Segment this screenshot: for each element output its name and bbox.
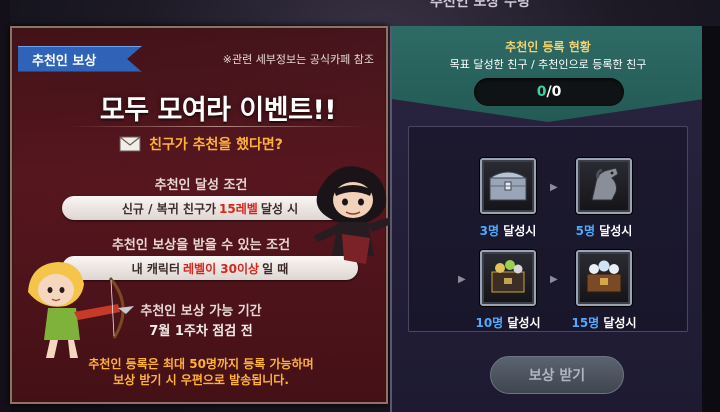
note-line-2: 보상 받기 시 우편으로 발송됩니다.	[113, 373, 289, 387]
referral-count: 0 / 0	[474, 78, 624, 106]
count-current: 0	[536, 84, 547, 100]
reward-label-5: 5명 달성시	[564, 222, 644, 239]
event-info-panel: 추천인 보상 ※관련 세부정보는 공식카페 참조 모두 모여라 이벤트!! 친구…	[10, 26, 403, 404]
reward-suffix-5: 달성시	[595, 224, 633, 238]
jewel-box-icon	[486, 256, 530, 300]
reward-ribbon: 추천인 보상	[18, 46, 142, 72]
reward-slot-5[interactable]	[576, 158, 632, 214]
reward-slot-3[interactable]	[480, 158, 536, 214]
horse-mount-icon	[582, 164, 626, 208]
arrow-icon: ▶	[550, 274, 558, 285]
reward-slot-10[interactable]	[480, 250, 536, 306]
referral-status-panel: 추천인 등록 현황 목표 달성한 친구 / 추천인으로 등록한 친구 0 / 0…	[390, 26, 704, 412]
condition1-text: 신규 / 복귀 친구가	[121, 201, 217, 216]
arrow-icon: ▶	[458, 274, 466, 285]
count-total: 0	[551, 84, 562, 100]
condition1-highlight: 15레벨	[219, 201, 258, 216]
reward-slot-15[interactable]	[576, 250, 632, 306]
reference-note: ※관련 세부정보는 공식카페 참조	[222, 53, 374, 66]
reward-suffix-3: 달성시	[499, 224, 537, 238]
reward-label-10: 10명 달성시	[468, 314, 548, 331]
status-subtitle: 목표 달성한 친구 / 추천인으로 등록한 친구	[449, 58, 647, 71]
reward-count-3: 3명	[479, 224, 500, 238]
condition2-highlight: 레벨이 30이상	[183, 261, 260, 276]
mail-question: 친구가 추천을 했다면?	[149, 137, 283, 153]
reward-count-15: 15명	[571, 316, 600, 330]
event-title: 모두 모여라 이벤트!!	[99, 95, 337, 126]
reward-count-5: 5명	[575, 224, 596, 238]
silver-chest-icon	[486, 164, 530, 208]
treasure-chest-icon	[582, 256, 626, 300]
reward-count-10: 10명	[475, 316, 504, 330]
claim-reward-button[interactable]: 보상 받기	[490, 356, 624, 394]
title-divider	[68, 126, 368, 127]
window-title: 추천인 보상 수령	[430, 0, 530, 9]
archer-character	[18, 254, 136, 368]
reward-suffix-10: 달성시	[503, 316, 541, 330]
reward-suffix-15: 달성시	[599, 316, 637, 330]
envelope-icon	[119, 136, 141, 152]
reward-label-15: 15명 달성시	[564, 314, 644, 331]
reward-label-3: 3명 달성시	[468, 222, 548, 239]
left-edge	[0, 0, 10, 412]
status-title: 추천인 등록 현황	[505, 40, 591, 54]
condition1-suffix: 달성 시	[260, 201, 299, 216]
condition2-text: 내 캐릭터	[131, 261, 180, 276]
condition2-suffix: 일 때	[262, 261, 289, 276]
arrow-icon: ▶	[550, 182, 558, 193]
reward-grid	[408, 126, 688, 332]
right-edge	[702, 26, 720, 412]
